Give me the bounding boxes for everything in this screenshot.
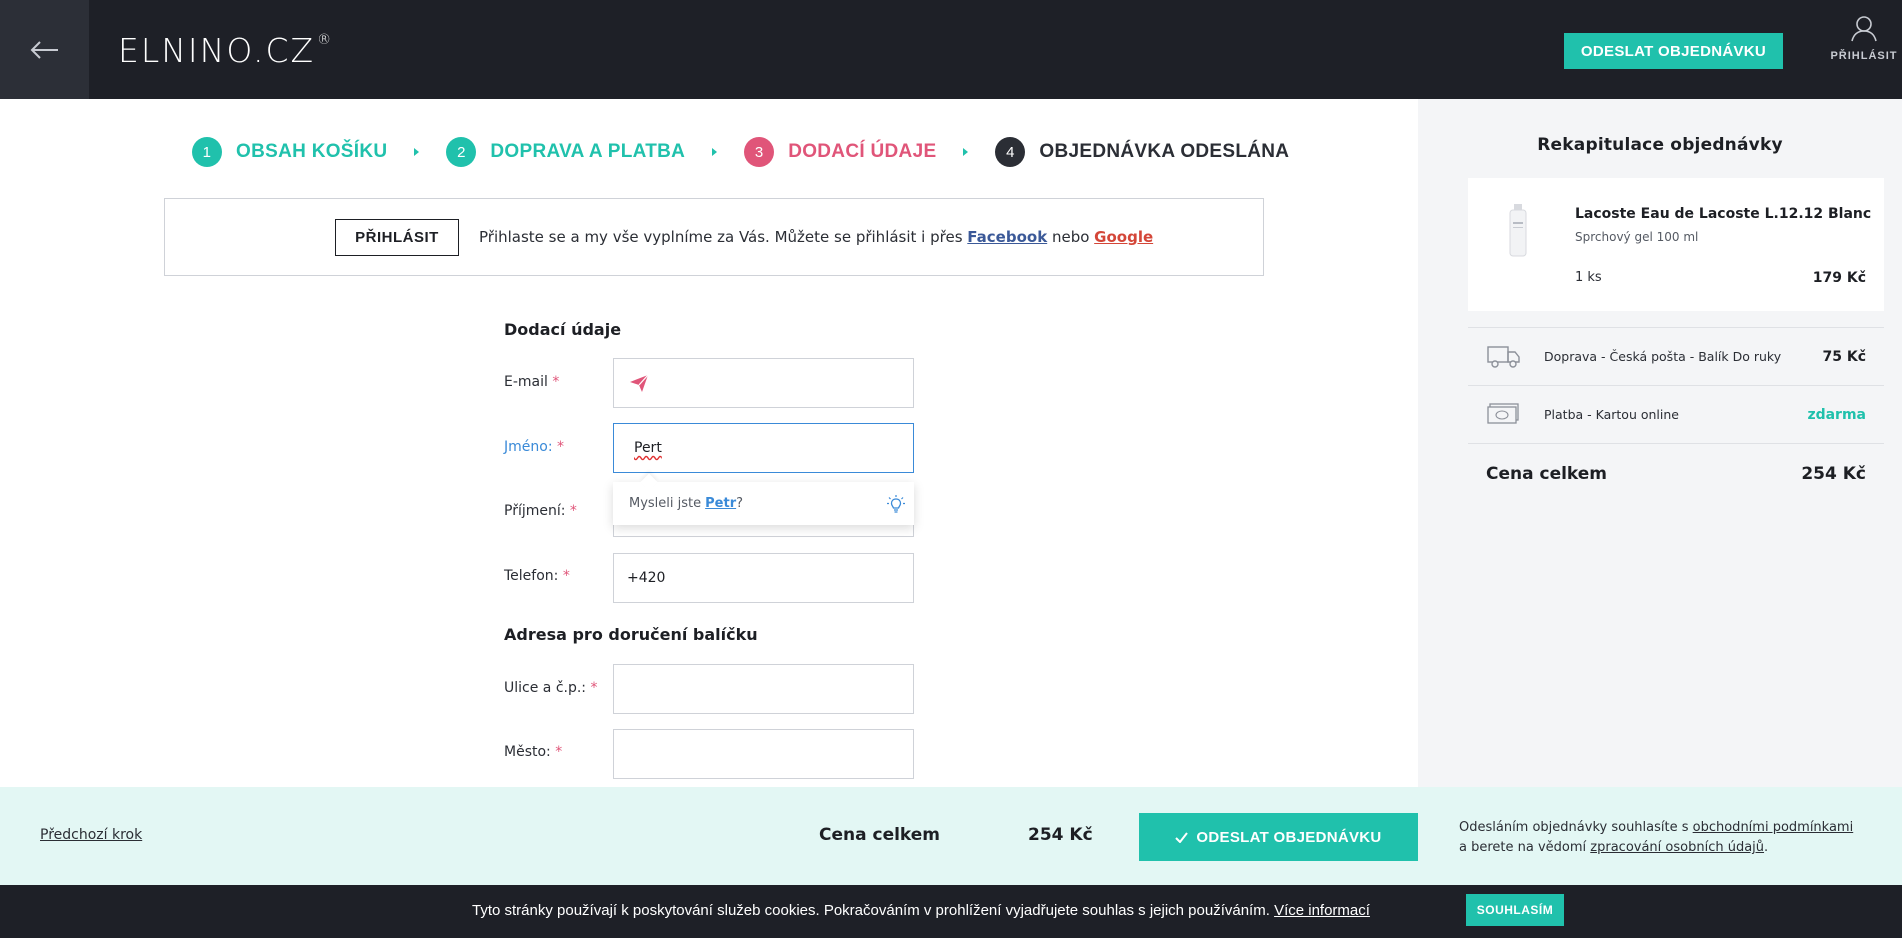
summary-total-price: 254 Kč <box>1801 464 1866 484</box>
payment-price: zdarma <box>1807 406 1866 423</box>
city-field[interactable] <box>613 729 914 779</box>
footer-total-price: 254 Kč <box>1028 825 1093 845</box>
privacy-link[interactable]: zpracování osobních údajů <box>1590 840 1764 855</box>
product-quantity: 1 ks <box>1575 270 1602 285</box>
terms-link[interactable]: obchodními podmínkami <box>1693 820 1854 835</box>
product-name: Lacoste Eau de Lacoste L.12.12 Blanc <box>1575 206 1872 222</box>
step-number: 4 <box>995 137 1026 167</box>
cookie-bar: Tyto stránky používají k poskytování slu… <box>0 885 1902 938</box>
logo-text: ELNINO.CZ <box>118 30 316 70</box>
step-cart[interactable]: 1 OBSAH KOŠÍKU <box>192 137 387 167</box>
banknote-icon <box>1487 403 1519 424</box>
name-label: Jméno: * <box>504 439 564 455</box>
shipping-label: Doprava - Česká pošta - Balík Do ruky <box>1544 349 1782 364</box>
previous-step-link[interactable]: Předchozí krok <box>40 827 142 843</box>
step-label: DODACÍ ÚDAJE <box>788 141 937 162</box>
facebook-login-link[interactable]: Facebook <box>967 228 1047 246</box>
login-prompt-text: Přihlaste se a my vše vyplníme za Vás. M… <box>479 228 1154 246</box>
order-item-card: Lacoste Eau de Lacoste L.12.12 Blanc Spr… <box>1468 178 1884 311</box>
surname-label: Příjmení: * <box>504 503 577 519</box>
summary-total-row: Cena celkem 254 Kč <box>1468 443 1884 505</box>
submit-order-label: ODESLAT OBJEDNÁVKU <box>1196 828 1382 846</box>
checkout-steps: 1 OBSAH KOŠÍKU 2 DOPRAVA A PLATBA 3 DODA… <box>192 136 1289 168</box>
product-price: 179 Kč <box>1812 270 1866 286</box>
delivery-address-title: Adresa pro doručení balíčku <box>504 625 758 644</box>
city-label: Město: * <box>504 744 563 760</box>
order-terms-text: Odesláním objednávky souhlasíte s obchod… <box>1459 820 1854 855</box>
payment-label: Platba - Kartou online <box>1544 407 1679 422</box>
lightbulb-icon <box>887 495 905 513</box>
logo-registered-mark: ® <box>317 32 334 48</box>
top-header: ELNINO.CZ ® ODESLAT OBJEDNÁVKU PŘIHLÁSIT <box>0 0 1902 99</box>
step-shipping-payment[interactable]: 2 DOPRAVA A PLATBA <box>446 137 685 167</box>
step-number: 1 <box>192 137 222 167</box>
login-button[interactable]: PŘIHLÁSIT <box>335 218 459 256</box>
step-label: DOPRAVA A PLATBA <box>490 141 686 162</box>
submit-order-button[interactable]: ODESLAT OBJEDNÁVKU <box>1139 813 1418 861</box>
paper-plane-icon <box>630 374 649 392</box>
check-icon <box>1175 831 1189 843</box>
step-arrow-icon <box>712 148 718 156</box>
header-login-button[interactable]: PŘIHLÁSIT <box>1826 14 1902 80</box>
step-order-sent: 4 OBJEDNÁVKA ODESLÁNA <box>995 137 1289 167</box>
email-field[interactable] <box>613 358 914 408</box>
cookie-text: Tyto stránky používají k poskytování slu… <box>472 902 1370 919</box>
street-label: Ulice a č.p.: * <box>504 680 598 696</box>
logo[interactable]: ELNINO.CZ ® <box>118 30 333 70</box>
header-login-label: PŘIHLÁSIT <box>1830 50 1898 62</box>
cookie-more-info-link[interactable]: Více informací <box>1274 902 1370 919</box>
cookie-accept-button[interactable]: SOUHLASÍM <box>1466 894 1564 926</box>
arrow-left-icon <box>30 40 58 59</box>
step-number: 2 <box>446 137 477 167</box>
header-submit-order-button[interactable]: ODESLAT OBJEDNÁVKU <box>1564 33 1783 69</box>
login-prompt-box: PŘIHLÁSIT Přihlaste se a my vše vyplníme… <box>164 198 1264 276</box>
delivery-details-title: Dodací údaje <box>504 320 622 339</box>
step-label: OBJEDNÁVKA ODESLÁNA <box>1039 141 1290 162</box>
order-footer-bar: Předchozí krok Cena celkem 254 Kč ODESLA… <box>0 787 1902 885</box>
name-suggestion-popup: Mysleli jste Petr? <box>613 482 914 525</box>
email-label: E-mail * <box>504 374 560 390</box>
street-field[interactable] <box>613 664 914 714</box>
payment-row: Platba - Kartou online zdarma <box>1468 385 1884 443</box>
footer-total-label: Cena celkem <box>819 825 941 845</box>
step-arrow-icon <box>414 148 420 156</box>
delivery-truck-icon <box>1487 346 1520 368</box>
order-summary-title: Rekapitulace objednávky <box>1537 135 1783 155</box>
step-arrow-icon <box>963 148 969 156</box>
shipping-row: Doprava - Česká pošta - Balík Do ruky 75… <box>1468 327 1884 385</box>
shipping-price: 75 Kč <box>1822 348 1866 365</box>
summary-total-label: Cena celkem <box>1486 464 1608 484</box>
phone-label: Telefon: * <box>504 568 570 584</box>
product-thumbnail-icon <box>1509 204 1527 257</box>
name-field[interactable]: Pert <box>613 423 914 473</box>
google-login-link[interactable]: Google <box>1094 228 1153 246</box>
product-description: Sprchový gel 100 ml <box>1575 230 1699 244</box>
back-button[interactable] <box>0 0 89 99</box>
step-number: 3 <box>744 137 775 167</box>
suggested-name-link[interactable]: Petr <box>705 496 736 511</box>
step-delivery-details: 3 DODACÍ ÚDAJE <box>744 137 936 167</box>
step-label: OBSAH KOŠÍKU <box>236 141 388 162</box>
phone-field[interactable]: +420 <box>613 553 914 603</box>
order-summary-sidebar: Rekapitulace objednávky Lacoste Eau de L… <box>1418 99 1902 787</box>
user-icon <box>1851 16 1877 42</box>
name-value: Pert <box>634 440 662 456</box>
